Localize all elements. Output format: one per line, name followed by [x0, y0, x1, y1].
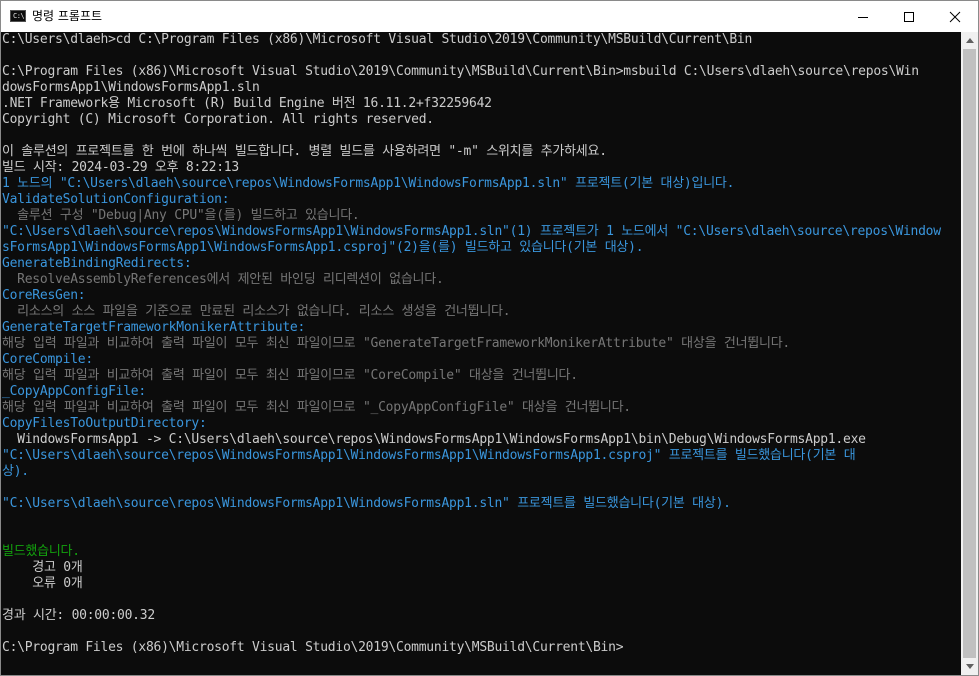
console-line: 리소스의 소스 파일을 기준으로 만료된 리소스가 없습니다. 리소스 생성을 …	[2, 304, 511, 319]
scroll-up-icon	[965, 38, 974, 43]
console-line: CoreCompile:	[2, 352, 93, 367]
scroll-up-button[interactable]	[961, 32, 978, 49]
vertical-scrollbar[interactable]	[961, 32, 978, 675]
console-line: 빌드했습니다.	[2, 544, 80, 559]
console-line: WindowsFormsApp1 -> C:\Users\dlaeh\sourc…	[2, 432, 866, 447]
cmd-window: C:\ 명령 프롬프트 C:\Users\dlaeh>cd C:\Program…	[0, 0, 979, 676]
console-line: 해당 입력 파일과 비교하여 출력 파일이 모두 최신 파일이므로 "_Copy…	[2, 400, 631, 415]
console-output[interactable]: C:\Users\dlaeh>cd C:\Program Files (x86)…	[1, 32, 961, 675]
cmd-icon[interactable]: C:\	[10, 10, 26, 22]
title-bar[interactable]: C:\ 명령 프롬프트	[1, 1, 978, 32]
console-line: 경과 시간: 00:00:00.32	[2, 608, 155, 623]
console-line: "C:\Users\dlaeh\source\repos\WindowsForm…	[2, 448, 856, 463]
console-prompt-line: C:\Program Files (x86)\Microsoft Visual …	[2, 640, 624, 655]
console-line: 오류 0개	[2, 576, 83, 591]
scrollbar-thumb[interactable]	[963, 49, 976, 658]
console-line: C:\Program Files (x86)\Microsoft Visual …	[2, 64, 919, 79]
close-button[interactable]	[932, 1, 978, 32]
console-line: sFormsApp1\WindowsFormsApp1\WindowsForms…	[2, 240, 644, 255]
minimize-icon	[858, 16, 868, 18]
console-line: "C:\Users\dlaeh\source\repos\WindowsForm…	[2, 496, 731, 511]
minimize-button[interactable]	[840, 1, 886, 32]
scroll-down-icon	[965, 664, 974, 669]
console-line: ResolveAssemblyReferences에서 제안된 바인딩 리디렉션…	[2, 272, 444, 287]
console-line: 상).	[2, 464, 29, 479]
console-line: 경고 0개	[2, 560, 83, 575]
window-title: 명령 프롬프트	[32, 9, 103, 23]
console-line: Copyright (C) Microsoft Corporation. All…	[2, 112, 434, 127]
console-line: CopyFilesToOutputDirectory:	[2, 416, 207, 431]
console-line: _CopyAppConfigFile:	[2, 384, 146, 399]
console-line: 1 노드의 "C:\Users\dlaeh\source\repos\Windo…	[2, 176, 735, 191]
console-line: 이 솔루션의 프로젝트를 한 번에 하나씩 빌드합니다. 병렬 빌드를 사용하려…	[2, 144, 607, 159]
console-line: 빌드 시작: 2024-03-29 오후 8:22:13	[2, 160, 239, 175]
console-line: 해당 입력 파일과 비교하여 출력 파일이 모두 최신 파일이므로 "Gener…	[2, 336, 790, 351]
console-line: 해당 입력 파일과 비교하여 출력 파일이 모두 최신 파일이므로 "CoreC…	[2, 368, 578, 383]
console-line: dowsFormsApp1\WindowsFormsApp1.sln	[2, 80, 260, 95]
maximize-button[interactable]	[886, 1, 932, 32]
console-line: CoreResGen:	[2, 288, 86, 303]
console-line: GenerateBindingRedirects:	[2, 256, 192, 271]
scroll-down-button[interactable]	[961, 658, 978, 675]
maximize-icon	[904, 11, 914, 22]
console-line: "C:\Users\dlaeh\source\repos\WindowsForm…	[2, 224, 941, 239]
console-line: ValidateSolutionConfiguration:	[2, 192, 230, 207]
console-line: GenerateTargetFrameworkMonikerAttribute:	[2, 320, 306, 335]
console-line: C:\Users\dlaeh>cd C:\Program Files (x86)…	[2, 32, 753, 47]
console-line: 솔루션 구성 "Debug|Any CPU"을(를) 빌드하고 있습니다.	[2, 208, 360, 223]
cmd-icon-label: C:\	[13, 12, 25, 20]
console-line: .NET Framework용 Microsoft (R) Build Engi…	[2, 96, 492, 111]
close-icon	[949, 11, 961, 22]
